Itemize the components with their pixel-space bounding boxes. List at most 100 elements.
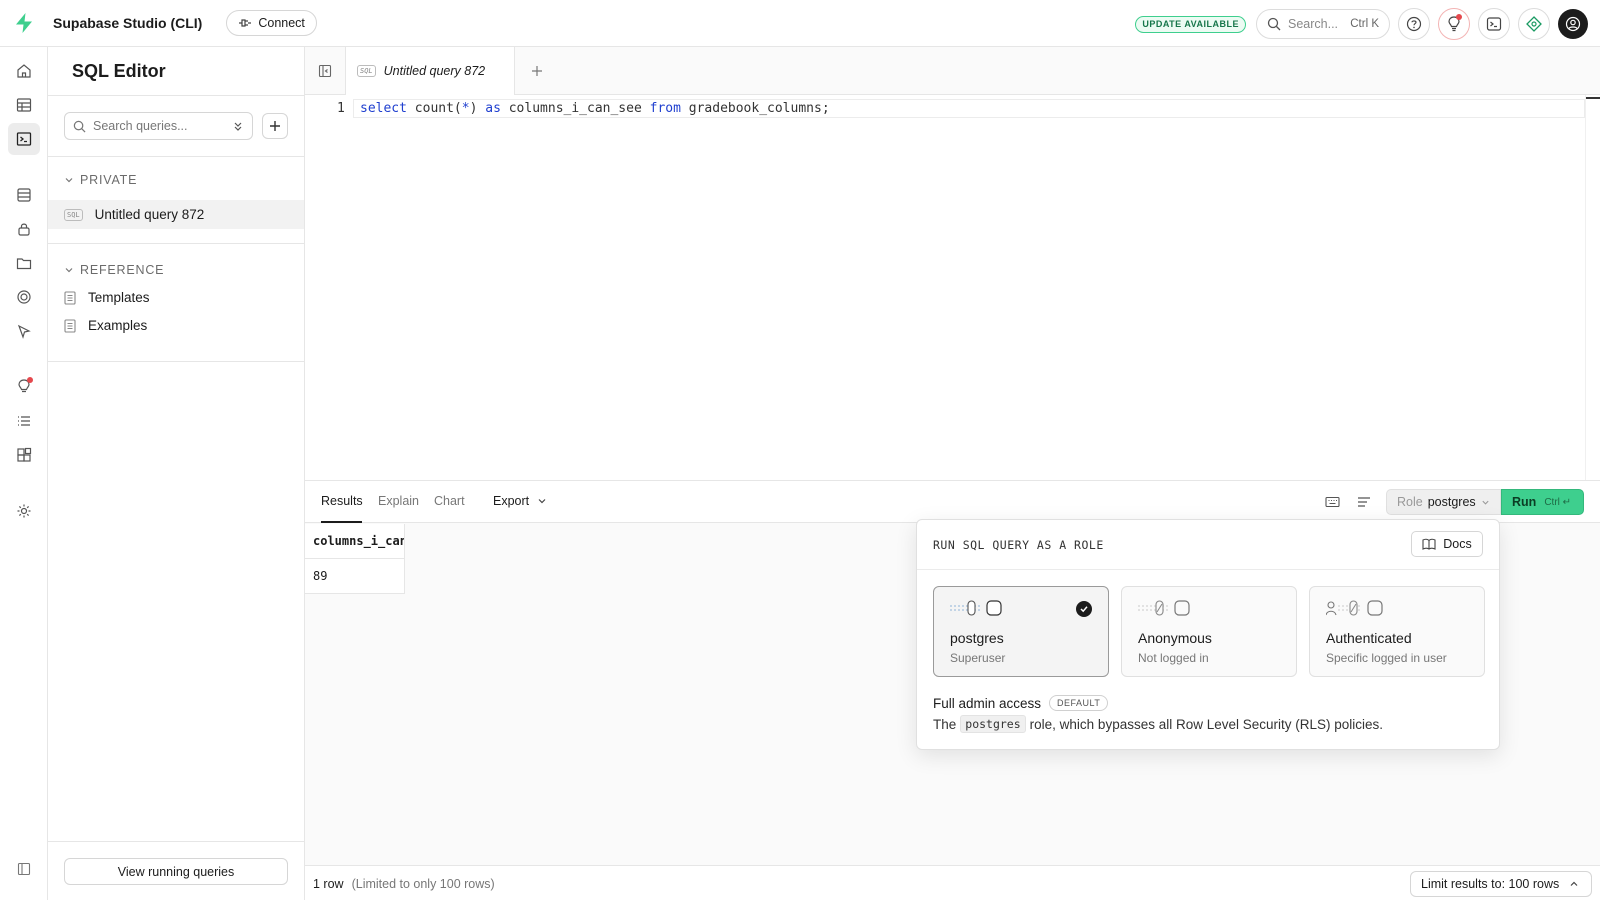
toggle-sidebar-button[interactable] xyxy=(305,47,345,94)
ai-assistant-icon xyxy=(1526,16,1542,32)
results-footer: 1 row (Limited to only 100 rows) Limit r… xyxy=(305,865,1600,900)
format-query-button[interactable] xyxy=(1354,492,1374,512)
nav-integrations[interactable] xyxy=(8,439,40,471)
section-reference[interactable]: REFERENCE xyxy=(64,263,164,277)
nav-authentication[interactable] xyxy=(8,213,40,245)
nav-settings[interactable] xyxy=(8,495,40,527)
docs-button[interactable]: Docs xyxy=(1411,531,1483,557)
role-card-authenticated[interactable]: Authenticated Specific logged in user xyxy=(1309,586,1485,677)
terminal-icon xyxy=(16,132,32,146)
keyboard-shortcuts-button[interactable] xyxy=(1322,492,1342,512)
database-icon xyxy=(17,188,31,202)
nav-sql-editor[interactable] xyxy=(8,123,40,155)
nav-advisors[interactable] xyxy=(8,371,40,403)
keyword-select: select xyxy=(360,101,407,116)
search-queries-input[interactable]: Search queries... xyxy=(64,112,253,140)
user-icon xyxy=(1565,16,1581,32)
user-avatar[interactable] xyxy=(1558,9,1588,39)
role-description: Not logged in xyxy=(1138,651,1209,665)
code-editor[interactable]: 1 select count(*) as columns_i_can_see f… xyxy=(305,95,1600,480)
nav-table-editor[interactable] xyxy=(8,89,40,121)
tab-explain[interactable]: Explain xyxy=(378,494,419,508)
divider xyxy=(48,156,305,157)
document-icon xyxy=(64,318,76,333)
global-search-input[interactable]: Search... Ctrl K xyxy=(1256,9,1390,39)
role-selector-button[interactable]: Role postgres xyxy=(1386,489,1501,515)
role-name: Authenticated xyxy=(1326,630,1412,646)
nav-realtime[interactable] xyxy=(8,281,40,313)
reference-item-examples[interactable]: Examples xyxy=(64,318,147,333)
result-cell[interactable]: 89 xyxy=(305,559,405,594)
export-dropdown[interactable]: Export xyxy=(493,494,547,508)
row-limit-note: (Limited to only 100 rows) xyxy=(351,876,495,891)
limit-results-dropdown[interactable]: Limit results to: 100 rows xyxy=(1410,871,1592,897)
help-button[interactable] xyxy=(1398,8,1430,40)
search-icon xyxy=(73,120,86,132)
search-placeholder: Search... xyxy=(1288,17,1339,31)
nav-edge-functions[interactable] xyxy=(8,315,40,347)
run-label: Run xyxy=(1512,495,1537,509)
query-item-label: Untitled query 872 xyxy=(94,207,205,222)
line-number: 1 xyxy=(337,101,345,116)
nav-logs[interactable] xyxy=(8,405,40,437)
chevron-up-icon xyxy=(1570,881,1578,886)
panel-title: SQL Editor xyxy=(72,61,166,81)
document-icon xyxy=(64,290,76,305)
desc-prefix: The xyxy=(933,716,957,732)
export-label: Export xyxy=(493,494,530,508)
nav-storage[interactable] xyxy=(8,247,40,279)
tab-results[interactable]: Results xyxy=(321,494,363,508)
nav-collapse[interactable] xyxy=(8,853,40,885)
role-access-description: The postgres role, which bypasses all Ro… xyxy=(933,715,1383,733)
role-card-postgres[interactable]: postgres Superuser xyxy=(933,586,1109,677)
editor-scrollbar[interactable] xyxy=(1586,97,1600,99)
align-left-icon xyxy=(1358,497,1370,507)
nav-database[interactable] xyxy=(8,179,40,211)
run-query-button[interactable]: Run Ctrl ↵ xyxy=(1501,489,1584,515)
tab-chart[interactable]: Chart xyxy=(434,494,465,508)
popover-title: RUN SQL QUERY AS A ROLE xyxy=(933,538,1104,552)
results-toolbar: Results Explain Chart Export Role postgr… xyxy=(305,481,1600,523)
editor-tab-strip: SQL Untitled query 872 xyxy=(305,47,1600,95)
lock-icon xyxy=(18,223,30,236)
app-title: Supabase Studio (CLI) xyxy=(53,15,203,31)
table-icon xyxy=(16,98,32,112)
database-role-icon xyxy=(950,600,1002,616)
keyword-from: from xyxy=(649,101,681,116)
advisor-button[interactable] xyxy=(1438,8,1470,40)
terminal-icon xyxy=(1486,17,1502,31)
tab-untitled-query[interactable]: SQL Untitled query 872 xyxy=(345,47,515,95)
role-value: postgres xyxy=(1427,495,1476,509)
code-line[interactable]: select count(*) as columns_i_can_see fro… xyxy=(360,101,830,116)
role-access-title: Full admin access DEFAULT xyxy=(933,695,1109,711)
column-header[interactable]: columns_i_can_see xyxy=(305,524,405,559)
notification-dot xyxy=(1456,14,1462,20)
add-tab-button[interactable] xyxy=(527,61,547,81)
view-running-queries-button[interactable]: View running queries xyxy=(64,858,288,885)
divider xyxy=(48,841,305,842)
supabase-logo-icon[interactable] xyxy=(0,13,48,33)
section-reference-label: REFERENCE xyxy=(80,263,165,277)
new-query-button[interactable] xyxy=(262,113,288,139)
chevrons-icon[interactable] xyxy=(232,119,244,133)
keyword-as: as xyxy=(485,101,501,116)
plus-icon xyxy=(270,121,280,131)
section-private-label: PRIVATE xyxy=(80,173,138,187)
selected-check-icon xyxy=(1076,601,1092,617)
sql-terminal-button[interactable] xyxy=(1478,8,1510,40)
connect-button[interactable]: Connect xyxy=(226,10,317,36)
update-available-badge[interactable]: UPDATE AVAILABLE xyxy=(1135,15,1246,33)
role-name: Anonymous xyxy=(1138,630,1212,646)
section-private[interactable]: PRIVATE xyxy=(64,173,137,187)
reference-item-templates[interactable]: Templates xyxy=(64,290,150,305)
nav-home[interactable] xyxy=(8,55,40,87)
row-count: 1 row xyxy=(313,876,344,891)
query-item[interactable]: SQL Untitled query 872 xyxy=(48,200,304,229)
assistant-button[interactable] xyxy=(1518,8,1550,40)
gear-icon xyxy=(17,504,31,518)
access-title-text: Full admin access xyxy=(933,695,1042,711)
role-card-anonymous[interactable]: Anonymous Not logged in xyxy=(1121,586,1297,677)
connect-label: Connect xyxy=(258,16,305,30)
chevron-down-icon xyxy=(538,499,546,504)
code-star: * xyxy=(461,101,470,116)
